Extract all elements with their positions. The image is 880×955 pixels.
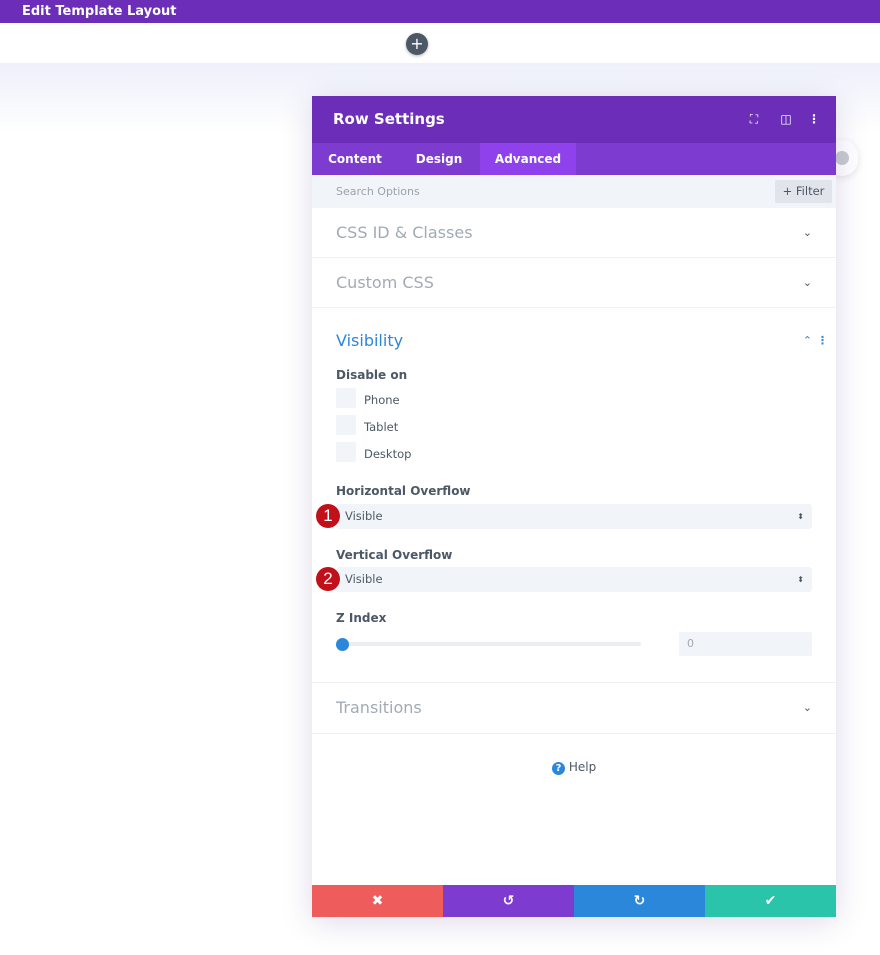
- more-options-icon[interactable]: ⋮: [817, 334, 828, 347]
- tab-content[interactable]: Content: [312, 143, 398, 175]
- select-value: Visible: [345, 509, 383, 523]
- help-link[interactable]: ? Help: [552, 760, 596, 775]
- desktop-label: Desktop: [364, 447, 412, 461]
- search-input[interactable]: Search Options: [336, 175, 420, 208]
- section-custom-css[interactable]: Custom CSS ⌄: [312, 258, 836, 308]
- close-icon: ✖: [371, 893, 384, 909]
- save-button[interactable]: ✔: [705, 885, 836, 917]
- more-options-icon[interactable]: ⋮: [804, 96, 824, 143]
- add-section-button[interactable]: +: [406, 33, 428, 55]
- z-index-input[interactable]: 0: [679, 632, 812, 656]
- top-bar-title: Edit Template Layout: [0, 0, 880, 23]
- tablet-label: Tablet: [364, 420, 399, 434]
- vertical-overflow-label: Vertical Overflow: [336, 548, 453, 562]
- cancel-button[interactable]: ✖: [312, 885, 443, 917]
- section-transitions[interactable]: Transitions ⌄: [312, 683, 836, 734]
- chevron-down-icon: ⌄: [802, 276, 812, 289]
- tab-bar: Content Design Advanced: [312, 143, 836, 175]
- help-icon: ?: [552, 762, 565, 775]
- annotation-badge: 2: [316, 567, 340, 591]
- row-settings-modal: Row Settings ⛶ ◫ ⋮ Content Design Advanc…: [312, 96, 836, 917]
- check-icon: ✔: [764, 893, 777, 909]
- annotation-badge: 1: [316, 504, 340, 528]
- fullscreen-icon[interactable]: ⛶: [744, 96, 764, 143]
- filter-button[interactable]: + Filter: [775, 180, 832, 203]
- section-title: Custom CSS: [336, 273, 434, 292]
- tablet-checkbox[interactable]: [336, 415, 356, 435]
- tab-advanced[interactable]: Advanced: [480, 143, 576, 175]
- chevron-up-icon[interactable]: ⌃: [803, 334, 812, 347]
- chevron-down-icon: ⌄: [802, 226, 812, 239]
- phone-label: Phone: [364, 393, 400, 407]
- select-arrows-icon: ⬍: [797, 575, 804, 584]
- section-title[interactable]: Visibility: [336, 331, 403, 350]
- section-title: Transitions: [336, 698, 422, 717]
- section-title: CSS ID & Classes: [336, 223, 473, 242]
- z-index-label: Z Index: [336, 611, 387, 625]
- undo-icon: ↺: [502, 893, 515, 909]
- select-value: Visible: [345, 572, 383, 586]
- split-view-icon[interactable]: ◫: [776, 96, 796, 143]
- canvas-strip: [0, 23, 880, 63]
- desktop-checkbox[interactable]: [336, 442, 356, 462]
- horizontal-overflow-select[interactable]: Visible ⬍: [336, 504, 812, 529]
- phone-checkbox[interactable]: [336, 388, 356, 408]
- disable-on-label: Disable on: [336, 368, 408, 382]
- chevron-down-icon: ⌄: [802, 701, 812, 714]
- redo-button[interactable]: ↻: [574, 885, 705, 917]
- undo-button[interactable]: ↺: [443, 885, 574, 917]
- z-index-slider-track[interactable]: [342, 642, 641, 646]
- select-arrows-icon: ⬍: [797, 512, 804, 521]
- horizontal-overflow-label: Horizontal Overflow: [336, 484, 471, 498]
- z-index-slider-handle[interactable]: [336, 638, 349, 651]
- section-css-id-classes[interactable]: CSS ID & Classes ⌄: [312, 208, 836, 258]
- search-bar: Search Options + Filter: [312, 175, 836, 208]
- vertical-overflow-select[interactable]: Visible ⬍: [336, 567, 812, 592]
- tab-design[interactable]: Design: [398, 143, 480, 175]
- redo-icon: ↻: [633, 893, 646, 909]
- help-label: Help: [568, 760, 597, 774]
